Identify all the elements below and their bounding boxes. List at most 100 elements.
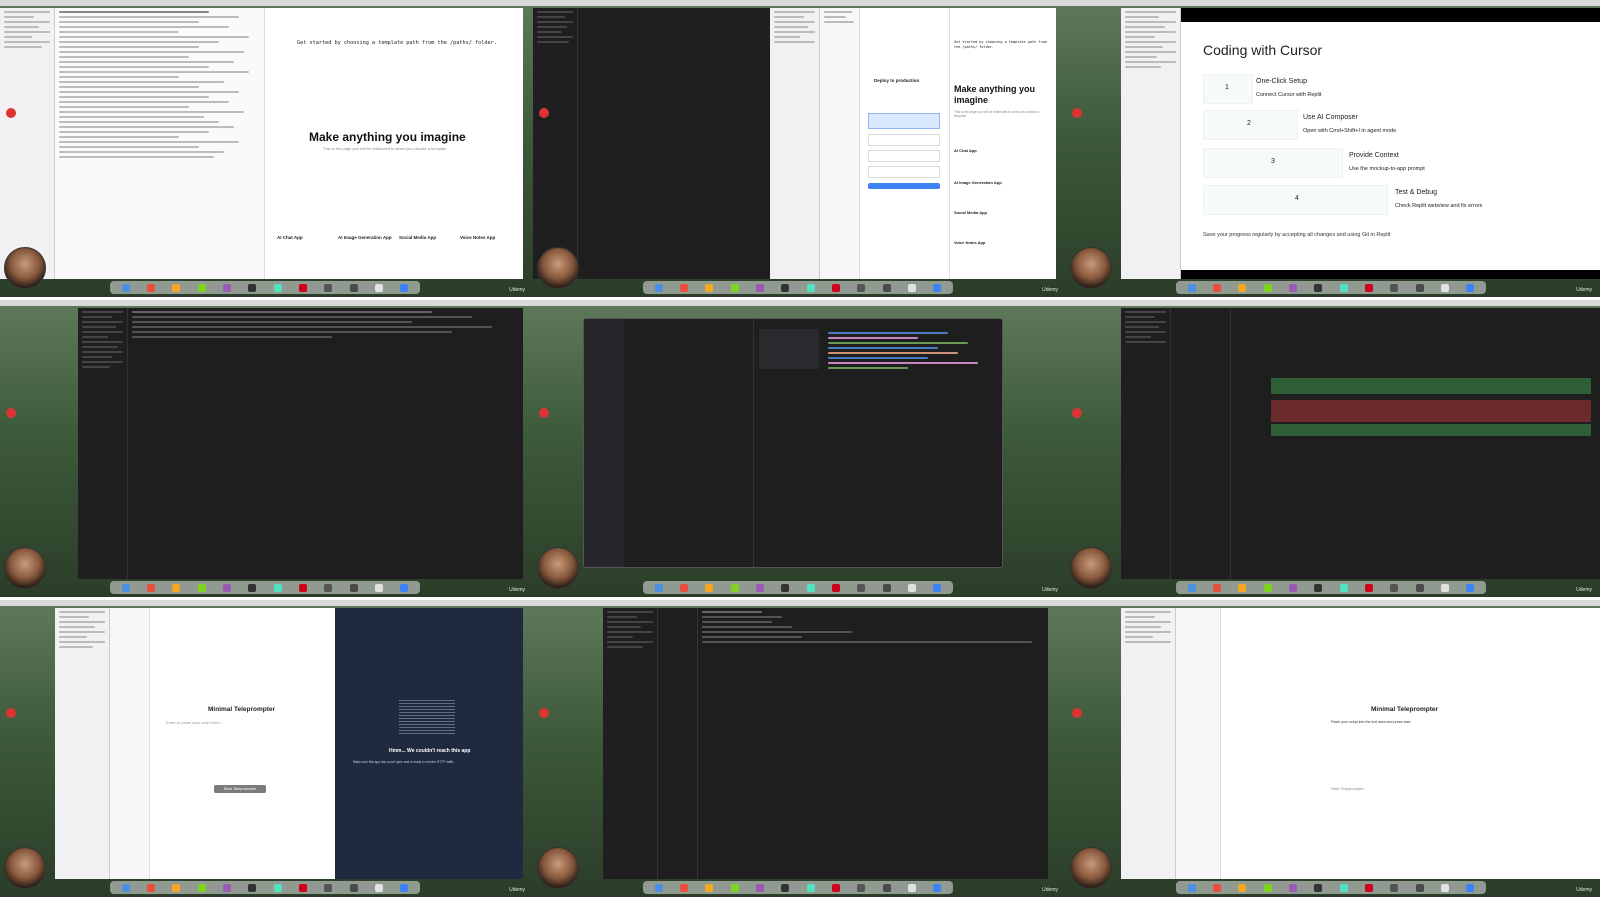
script-textarea[interactable]: Enter or paste your script here... [166, 720, 223, 725]
webcam-overlay [1070, 247, 1112, 289]
tile-5: Udemy [0, 300, 533, 597]
record-indicator [6, 708, 16, 718]
deploy-option-selected[interactable] [868, 113, 940, 129]
watermark: Udemy [1576, 587, 1592, 593]
dock [643, 281, 953, 294]
template-hint: Get started by choosing a template path … [954, 40, 1047, 49]
menu-bar [533, 300, 1066, 306]
hero-title: Make anything you imagine [954, 84, 1036, 105]
dock [643, 881, 953, 894]
watermark: Udemy [1042, 887, 1058, 893]
watermark: Udemy [509, 587, 525, 593]
deploy-option[interactable] [868, 134, 940, 146]
menu-bar [1066, 300, 1600, 306]
menu-bar [533, 600, 1066, 606]
file-tree [759, 329, 819, 369]
watermark: Udemy [1576, 887, 1592, 893]
diff-added [1271, 378, 1591, 394]
left-sidebar [55, 608, 110, 879]
file-panel [820, 8, 860, 279]
watermark: Udemy [1042, 587, 1058, 593]
floating-editor-window [583, 318, 1003, 568]
left-sidebar [1121, 8, 1181, 279]
webcam-overlay [1070, 547, 1112, 589]
deploy-option[interactable] [868, 150, 940, 162]
app-title: Minimal Teleprompter [1371, 706, 1439, 713]
teleprompter-app: Minimal Teleprompter Enter or paste your… [150, 608, 335, 879]
step-number: 2 [1247, 120, 1251, 127]
step-title: Provide Context [1349, 152, 1399, 159]
code-editor [658, 608, 698, 879]
step-number: 4 [1295, 195, 1299, 202]
menu-bar [0, 300, 533, 306]
start-button[interactable]: Start Teleprompter [214, 785, 266, 793]
webcam-overlay [537, 547, 579, 589]
composer-output [698, 608, 1048, 879]
diff-panel [1231, 308, 1600, 579]
step-desc: Connect Cursor with Replit [1256, 92, 1322, 98]
tile-10: Minimal Teleprompter Paste your script i… [1066, 600, 1600, 897]
file-tree [603, 608, 658, 879]
dock [1176, 281, 1486, 294]
record-indicator [1072, 408, 1082, 418]
step-title: Use AI Composer [1303, 114, 1358, 121]
section-title: AI Image Generation App [954, 180, 1002, 185]
record-indicator [1072, 108, 1082, 118]
hero-subtitle: This is the page you will be redirected … [954, 110, 1040, 118]
menu-bar [1066, 0, 1600, 6]
record-indicator [539, 408, 549, 418]
webcam-overlay [1070, 847, 1112, 889]
chat-panel [624, 319, 754, 567]
file-tree [1121, 308, 1171, 579]
modal-title: Deploy to production [874, 78, 920, 83]
app-sidebar [584, 319, 624, 567]
menu-bar [0, 600, 533, 606]
record-indicator [539, 108, 549, 118]
step-number: 3 [1271, 158, 1275, 165]
tile-slide: Coding with Cursor 1 One-Click Setup Con… [1066, 0, 1600, 297]
dock [1176, 581, 1486, 594]
slide-canvas: Coding with Cursor 1 One-Click Setup Con… [1181, 22, 1600, 270]
cursor-composer [128, 308, 523, 579]
app-title: Minimal Teleprompter [208, 706, 276, 713]
section-title: AI Chat App [954, 148, 977, 153]
file-tree [78, 308, 128, 579]
section-title: Voice Notes App [954, 240, 986, 245]
error-illustration [399, 698, 455, 734]
editor-area [578, 8, 770, 279]
code-editor [1171, 308, 1231, 579]
dock [110, 581, 420, 594]
step-desc: Open with Cmd+Shift+I in agent mode [1303, 128, 1397, 134]
record-indicator [6, 408, 16, 418]
file-panel [110, 608, 150, 879]
webcam-overlay [4, 547, 46, 589]
slide-title: Coding with Cursor [1203, 42, 1323, 58]
diff-removed [1271, 400, 1591, 422]
webview-error: Hmm... We couldn't reach this app Make s… [335, 608, 523, 879]
code-editor [824, 329, 994, 559]
tile-8: Minimal Teleprompter Enter or paste your… [0, 600, 533, 897]
start-button[interactable]: Start Teleprompter [1331, 786, 1364, 791]
dock [643, 581, 953, 594]
error-subtitle: Make sure this app has a port open and i… [353, 760, 455, 764]
script-text[interactable]: Paste your script into the text area and… [1331, 720, 1411, 724]
step-desc: Use the mockup-to-app prompt [1349, 166, 1425, 172]
tile-9: Udemy [533, 600, 1066, 897]
menu-bar [533, 0, 1066, 6]
dock [110, 881, 420, 894]
record-indicator [539, 708, 549, 718]
watermark: Udemy [509, 887, 525, 893]
teleprompter-app: Minimal Teleprompter Paste your script i… [1221, 608, 1600, 879]
step-number: 1 [1225, 84, 1229, 91]
dock [1176, 881, 1486, 894]
left-sidebar [770, 8, 820, 279]
webcam-overlay [537, 847, 579, 889]
deploy-option[interactable] [868, 166, 940, 178]
step-title: Test & Debug [1395, 189, 1438, 196]
tile-deploy: Deploy to production Get started by choo… [533, 0, 1066, 297]
deploy-button[interactable] [868, 183, 940, 189]
record-indicator [1072, 708, 1082, 718]
file-tree [533, 8, 578, 279]
slide-footer: Save your progress regularly by acceptin… [1203, 232, 1391, 238]
overlay-grid: Coding with Cursor 1 One-Click Setup Con… [0, 0, 1600, 899]
